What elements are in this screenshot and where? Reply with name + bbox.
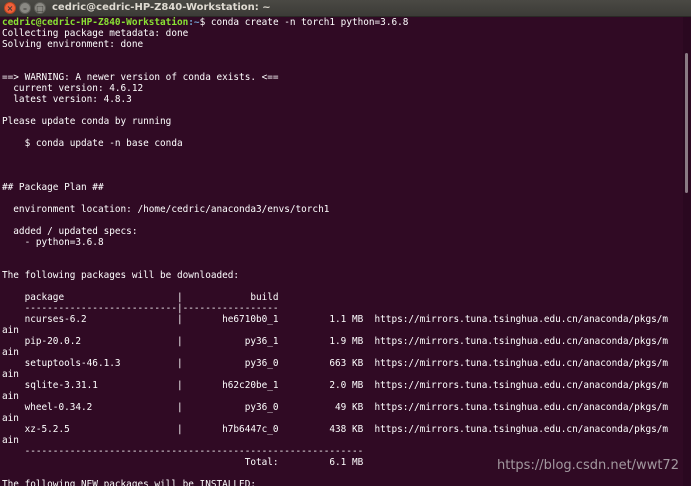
close-icon: ×: [6, 4, 14, 13]
terminal-window: × – □ cedric@cedric-HP-Z840-Workstation:…: [0, 0, 691, 486]
minimize-icon: –: [23, 4, 27, 13]
terminal-line: environment location: /home/cedric/anaco…: [2, 204, 330, 215]
terminal-output[interactable]: cedric@cedric-HP-Z840-Workstation:~$ con…: [0, 17, 683, 486]
scrollbar-thumb[interactable]: [685, 53, 688, 193]
maximize-icon: □: [36, 4, 44, 13]
terminal-line: Solving environment: done: [2, 39, 144, 50]
window-title: cedric@cedric-HP-Z840-Workstation: ~: [52, 2, 271, 13]
terminal-line: sqlite-3.31.1 | h62c20be_1 2.0 MB https:…: [2, 380, 669, 391]
minimize-button[interactable]: –: [19, 2, 31, 14]
terminal-line: latest version: 4.8.3: [2, 94, 132, 105]
terminal-line: ncurses-6.2 | he6710b0_1 1.1 MB https://…: [2, 314, 669, 325]
prompt-command: conda create -n torch1 python=3.6.8: [210, 17, 409, 28]
terminal-line: The following NEW packages will be INSTA…: [2, 479, 256, 486]
close-button[interactable]: ×: [4, 2, 16, 14]
prompt-path: :~: [188, 17, 200, 28]
terminal-line: wheel-0.34.2 | py36_0 49 KB https://mirr…: [2, 402, 669, 413]
prompt-user-host: cedric@cedric-HP-Z840-Workstation: [2, 17, 189, 28]
watermark: https://blog.csdn.net/wwt72: [497, 458, 679, 473]
terminal-line: - python=3.6.8: [2, 237, 104, 248]
terminal-line: Total: 6.1 MB: [2, 457, 364, 468]
terminal-line: The following packages will be downloade…: [2, 270, 240, 281]
maximize-button[interactable]: □: [34, 2, 46, 14]
terminal-line: ## Package Plan ##: [2, 182, 104, 193]
terminal-line: setuptools-46.1.3 | py36_0 663 KB https:…: [2, 358, 669, 369]
scrollbar[interactable]: [683, 17, 691, 486]
terminal-line: $ conda update -n base conda: [2, 138, 183, 149]
terminal-line: Please update conda by running: [2, 116, 172, 127]
prompt-symbol: $: [199, 17, 211, 28]
terminal-line: pip-20.0.2 | py36_1 1.9 MB https://mirro…: [2, 336, 669, 347]
terminal-line: xz-5.2.5 | h7b6447c_0 438 KB https://mir…: [2, 424, 669, 435]
title-bar: × – □ cedric@cedric-HP-Z840-Workstation:…: [0, 0, 691, 17]
